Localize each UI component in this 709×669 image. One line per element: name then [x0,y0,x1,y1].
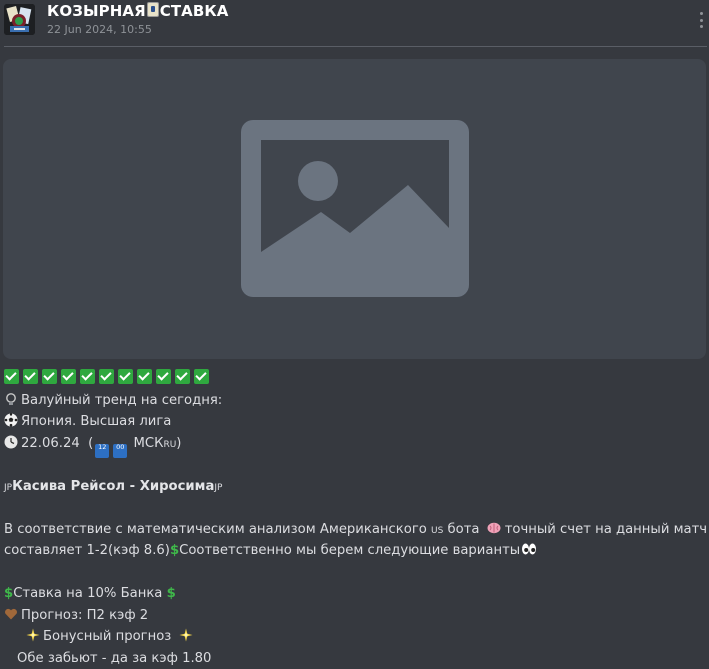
analysis-text-2: составляет 1-2(кэф 8.6) [4,543,170,558]
brown-heart-icon [5,608,17,619]
date-line: 22.06.24 (12 00 МСКRU) [4,433,704,458]
date-open-paren: ( [88,435,94,451]
bonus-line: Бонусный прогноз [4,626,704,648]
bet-line: $Ставка на 10% Банка $ [4,583,704,605]
check-mark-icon [42,369,57,384]
bet-text: Ставка на 10% Банка [13,586,163,601]
trend-text: Валуйный тренд на сегодня: [21,392,223,408]
dollar-sign-icon: $ [4,586,14,601]
message-header: КОЗЫРНАЯ СТАВКА 22 Jun 2024, 10:55 [0,0,709,46]
joker-card-icon [4,4,35,35]
league-text: Япония. Высшая лига [21,414,172,429]
checks-row [4,368,704,390]
eyes-icon [522,543,537,555]
check-mark-icon [194,369,209,384]
forecast-line: Прогноз: П2 кэф 2 [4,605,704,627]
check-mark-icon [80,369,95,384]
ru-flag-icon: RU [163,439,177,450]
soccer-ball-icon [4,413,18,427]
brain-icon [487,522,501,533]
joker-card-icon [146,2,159,17]
analysis-text-2b: Соответственно мы берем следующие вариан… [179,543,521,558]
message-timestamp: 22 Jun 2024, 10:55 [47,23,152,36]
check-mark-icon [175,369,190,384]
check-mark-icon [137,369,152,384]
check-mark-icon [23,369,38,384]
analysis-text-1c: точный счет на данный матч [504,521,708,537]
trend-line: Валуйный тренд на сегодня: [4,390,704,412]
time-zone-text: МСК [133,435,164,451]
both-score-text: Обе забьют - да за кэф 1.80 [17,650,212,666]
match-title: Касива Рейсол - Хиросима [12,478,215,494]
check-mark-icon [156,369,171,384]
header-divider [4,46,707,47]
image-placeholder-icon [241,120,469,297]
digit-key-icon: 00 [113,443,128,458]
analysis-line-1: В соответствие с математическим анализом… [4,519,708,541]
message-body: Валуйный тренд на сегодня: Япония. Высша… [4,368,708,669]
jp-flag-icon: JP [4,482,13,493]
bonus-text: Бонусный прогноз [43,629,172,644]
analysis-line-2: составляет 1-2(кэф 8.6)$Соответственно м… [4,540,704,562]
dollar-sign-icon: $ [169,543,180,558]
us-flag-icon: US [431,525,444,536]
league-line: Япония. Высшая лига [4,411,704,433]
channel-avatar[interactable] [4,4,35,35]
dollar-sign-icon: $ [166,586,176,601]
channel-name-part1: КОЗЫРНАЯ [47,2,146,20]
both-score-line: Обе забьют - да за кэф 1.80 [4,648,704,669]
sparkle-icon [26,628,40,642]
check-mark-icon [118,369,133,384]
match-line: JPКасива Рейсол - ХиросимаJP [4,476,704,498]
check-mark-icon [99,369,114,384]
check-mark-icon [61,369,76,384]
more-vertical-icon[interactable] [699,12,703,28]
lightbulb-icon [6,392,16,405]
image-attachment[interactable] [3,59,706,359]
sparkle-icon [179,628,192,642]
jp-flag-icon: JP [214,482,223,493]
match-date: 22.06.24 [21,435,80,451]
channel-title[interactable]: КОЗЫРНАЯ СТАВКА [47,2,228,20]
analysis-text-1b: бота [447,521,480,537]
channel-name-part2: СТАВКА [159,2,229,20]
clock-icon [4,435,18,448]
analysis-text-1: В соответствие с математическим анализом… [4,521,427,537]
forecast-text: Прогноз: П2 кэф 2 [21,607,149,623]
check-mark-icon [4,369,19,384]
digit-key-icon: 12 [95,443,110,458]
